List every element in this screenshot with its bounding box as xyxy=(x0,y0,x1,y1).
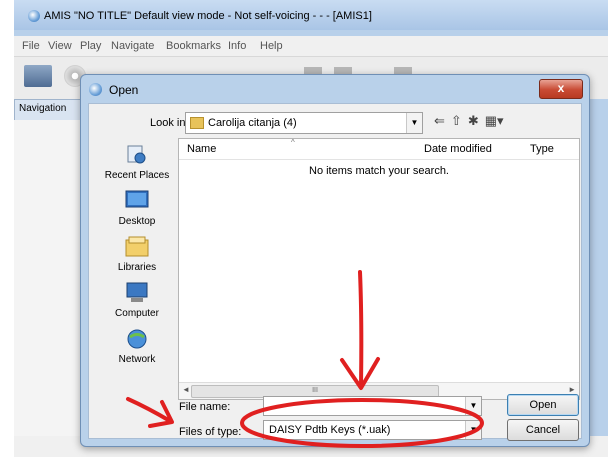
menu-play[interactable]: Play xyxy=(80,40,101,52)
menu-bookmarks[interactable]: Bookmarks xyxy=(166,40,221,52)
file-name-field[interactable]: ▼ xyxy=(263,396,482,416)
column-header: Name ^ Date modified Type xyxy=(179,138,579,160)
navigation-tab-label: Navigation xyxy=(19,103,67,114)
files-of-type-label: Files of type: xyxy=(179,426,242,438)
network-icon xyxy=(127,329,147,349)
folder-icon xyxy=(190,117,204,129)
place-desktop[interactable]: Desktop xyxy=(97,190,177,230)
place-recent-places[interactable]: Recent Places xyxy=(97,144,177,184)
open-button[interactable]: Open xyxy=(507,394,579,416)
look-in-label: Look in: xyxy=(150,117,189,129)
amis-title-bar: AMIS "NO TITLE" Default view mode - Not … xyxy=(14,0,608,30)
place-network[interactable]: Network xyxy=(97,328,177,368)
column-type[interactable]: Type xyxy=(530,143,554,155)
menu-help[interactable]: Help xyxy=(260,40,283,52)
menu-view[interactable]: View xyxy=(48,40,72,52)
amis-window-title: AMIS "NO TITLE" Default view mode - Not … xyxy=(44,10,372,22)
new-folder-icon[interactable]: ✱ xyxy=(468,113,479,128)
amis-menu-bar: File View Play Navigate Bookmarks Info H… xyxy=(14,36,608,57)
menu-info[interactable]: Info xyxy=(228,40,246,52)
amis-logo-icon xyxy=(89,83,102,96)
desktop-icon xyxy=(125,190,149,208)
chevron-down-icon[interactable]: ▼ xyxy=(406,113,422,133)
up-folder-icon[interactable]: ⇧ xyxy=(451,113,462,128)
place-label: Recent Places xyxy=(104,170,170,181)
close-button[interactable]: x xyxy=(539,79,583,99)
empty-message: No items match your search. xyxy=(309,165,449,177)
cancel-button[interactable]: Cancel xyxy=(507,419,579,441)
dialog-title: Open xyxy=(109,83,139,97)
navigation-tab[interactable]: Navigation xyxy=(14,99,86,121)
column-name[interactable]: Name xyxy=(187,143,216,155)
folder-nav-toolbar: ⇐ ⇧ ✱ ▦▾ xyxy=(434,113,510,129)
recent-places-icon xyxy=(127,145,146,164)
look-in-value: Carolija citanja (4) xyxy=(208,117,297,129)
chevron-down-icon[interactable]: ▼ xyxy=(465,397,481,415)
place-label: Computer xyxy=(115,308,159,319)
libraries-icon xyxy=(125,236,149,257)
file-name-label: File name: xyxy=(179,401,231,413)
menu-file[interactable]: File xyxy=(22,40,40,52)
place-label: Desktop xyxy=(118,216,156,227)
place-label: Network xyxy=(118,354,156,365)
back-arrow-icon[interactable]: ⇐ xyxy=(434,113,445,128)
places-bar: Recent Places Desktop Libraries Computer… xyxy=(97,140,177,406)
place-libraries[interactable]: Libraries xyxy=(97,236,177,276)
computer-icon xyxy=(126,282,148,302)
dialog-body: Look in: Carolija citanja (4) ▼ ⇐ ⇧ ✱ ▦▾ Re… xyxy=(88,103,582,441)
place-computer[interactable]: Computer xyxy=(97,282,177,322)
view-menu-icon[interactable]: ▦▾ xyxy=(485,113,504,128)
open-dialog: Open x Look in: Carolija citanja (4) ▼ ⇐… xyxy=(80,74,590,447)
amis-logo-icon xyxy=(28,10,40,22)
scroll-right-icon[interactable]: ► xyxy=(568,385,576,394)
chevron-down-icon[interactable]: ▼ xyxy=(465,421,481,439)
file-list[interactable]: Name ^ Date modified Type No items match… xyxy=(178,138,580,400)
column-date-modified[interactable]: Date modified xyxy=(424,143,492,155)
place-label: Libraries xyxy=(117,262,157,273)
look-in-dropdown[interactable]: Carolija citanja (4) ▼ xyxy=(185,112,423,134)
open-book-icon[interactable] xyxy=(24,65,52,87)
menu-navigate[interactable]: Navigate xyxy=(111,40,154,52)
scroll-left-icon[interactable]: ◄ xyxy=(182,385,190,394)
files-of-type-value: DAISY Pdtb Keys (*.uak) xyxy=(269,424,391,436)
files-of-type-dropdown[interactable]: DAISY Pdtb Keys (*.uak) ▼ xyxy=(263,420,482,440)
sort-caret-icon: ^ xyxy=(291,138,295,147)
navigation-pane xyxy=(14,120,87,457)
